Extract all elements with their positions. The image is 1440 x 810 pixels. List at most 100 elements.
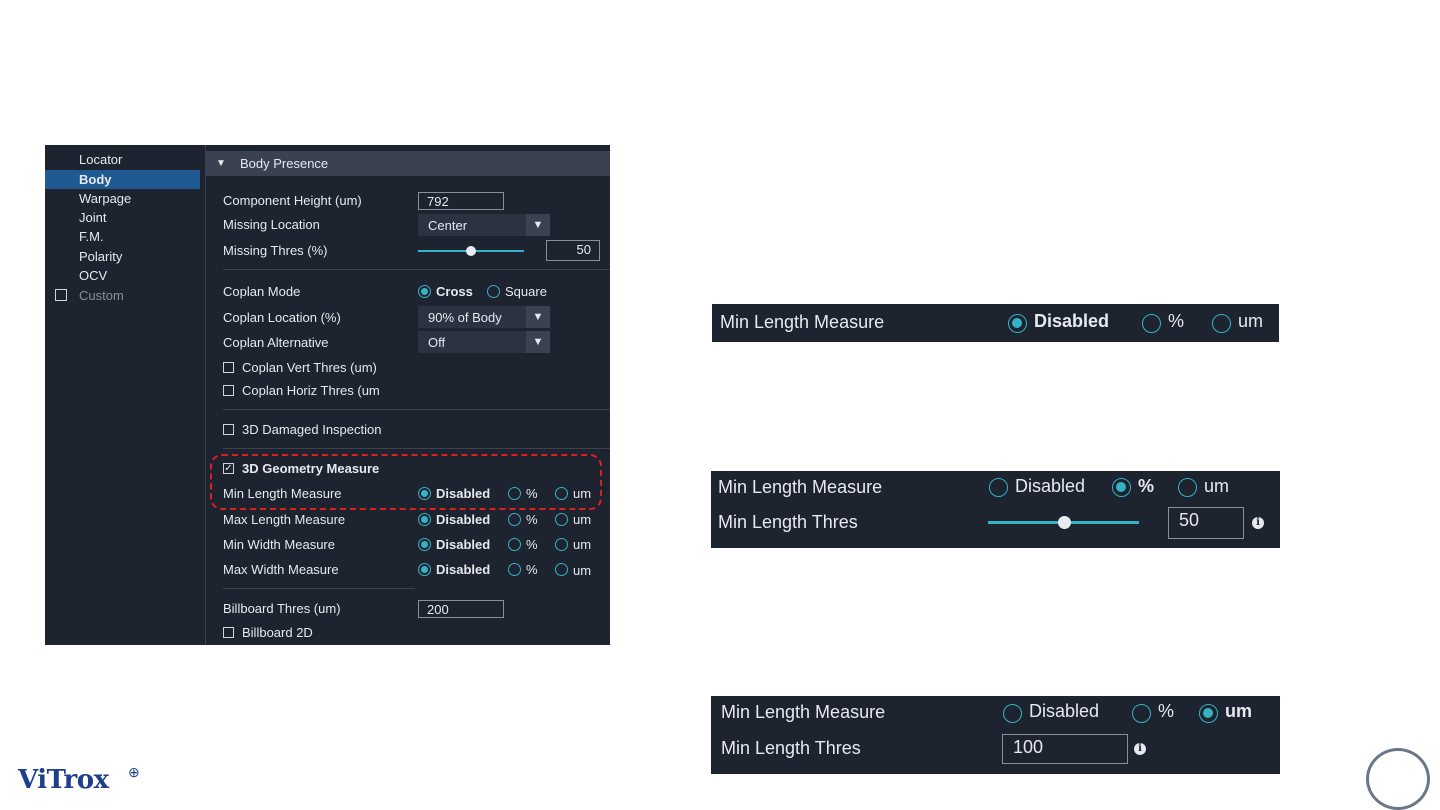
coplan-location-value: 90% of Body bbox=[428, 310, 502, 325]
um-label: um bbox=[1225, 701, 1252, 721]
divider bbox=[223, 588, 415, 589]
content-area: ▼ Body Presence Component Height (um) 79… bbox=[205, 145, 610, 645]
max-length-um-radio[interactable] bbox=[555, 513, 568, 526]
max-width-percent-label: % bbox=[526, 562, 538, 577]
missing-thres-slider-thumb[interactable] bbox=[466, 246, 476, 256]
collapse-icon: ▼ bbox=[216, 158, 226, 169]
section-header-body-presence[interactable]: ▼ Body Presence bbox=[206, 151, 610, 176]
disabled-radio[interactable] bbox=[1008, 314, 1027, 333]
sidebar-item-body[interactable]: Body bbox=[45, 170, 200, 189]
max-length-percent-label: % bbox=[526, 512, 538, 527]
crosshair-icon: ⊕ bbox=[128, 764, 140, 780]
min-width-percent-radio[interactable] bbox=[508, 538, 521, 551]
max-length-label: Max Length Measure bbox=[223, 512, 346, 527]
um-label: um bbox=[1204, 476, 1230, 496]
coplan-mode-label: Coplan Mode bbox=[223, 284, 301, 299]
percent-radio[interactable] bbox=[1112, 478, 1131, 497]
max-length-percent-radio[interactable] bbox=[508, 513, 521, 526]
min-width-percent-label: % bbox=[526, 537, 538, 552]
dropdown-icon[interactable]: ▼ bbox=[526, 306, 550, 328]
sidebar-item-polarity[interactable]: Polarity bbox=[79, 249, 122, 264]
min-width-um-label: um bbox=[573, 537, 592, 552]
coplan-cross-label: Cross bbox=[436, 284, 473, 299]
divider bbox=[223, 269, 610, 270]
divider bbox=[223, 409, 610, 410]
um-radio[interactable] bbox=[1212, 314, 1231, 333]
max-width-um-radio[interactable] bbox=[555, 563, 568, 576]
custom-checkbox[interactable] bbox=[55, 289, 67, 301]
component-height-input[interactable]: 792 bbox=[418, 192, 504, 210]
disabled-radio[interactable] bbox=[989, 478, 1008, 497]
min-length-strip-um: Min Length Measure Disabled % um Min Len… bbox=[711, 696, 1280, 774]
min-length-thres-input[interactable]: 100 bbox=[1002, 734, 1128, 764]
sidebar-item-locator[interactable]: Locator bbox=[79, 152, 122, 167]
coplan-horiz-checkbox[interactable] bbox=[223, 385, 234, 396]
missing-thres-input[interactable]: 50 bbox=[546, 240, 600, 261]
um-radio[interactable] bbox=[1178, 478, 1197, 497]
max-width-disabled-label: Disabled bbox=[436, 562, 491, 577]
percent-radio[interactable] bbox=[1132, 704, 1151, 723]
sidebar-item-ocv[interactable]: OCV bbox=[79, 268, 107, 283]
coplan-vert-checkbox[interactable] bbox=[223, 362, 234, 373]
missing-location-label: Missing Location bbox=[223, 217, 320, 232]
billboard-2d-label: Billboard 2D bbox=[242, 625, 313, 640]
min-width-label: Min Width Measure bbox=[223, 537, 335, 552]
missing-thres-label: Missing Thres (%) bbox=[223, 243, 328, 258]
min-width-disabled-radio[interactable] bbox=[418, 538, 431, 551]
coplan-cross-radio[interactable] bbox=[418, 285, 431, 298]
vitrox-logo: ViTrox bbox=[18, 765, 109, 795]
coplan-square-label: Square bbox=[505, 284, 547, 299]
min-length-label: Min Length Measure bbox=[721, 702, 886, 722]
missing-location-select[interactable]: Center ▼ bbox=[418, 214, 550, 236]
min-length-thres-slider-thumb[interactable] bbox=[1057, 516, 1071, 529]
dropdown-icon[interactable]: ▼ bbox=[526, 214, 550, 236]
coplan-horiz-label: Coplan Horiz Thres (um bbox=[242, 383, 380, 398]
coplan-alternative-label: Coplan Alternative bbox=[223, 335, 329, 350]
missing-location-value: Center bbox=[428, 218, 468, 233]
coplan-square-radio[interactable] bbox=[487, 285, 500, 298]
min-length-label: Min Length Measure bbox=[718, 477, 883, 497]
sidebar-item-warpage[interactable]: Warpage bbox=[79, 191, 131, 206]
min-length-thres-label: Min Length Thres bbox=[718, 512, 858, 532]
max-length-um-label: um bbox=[573, 512, 592, 527]
coplan-vert-label: Coplan Vert Thres (um) bbox=[242, 360, 377, 375]
min-length-thres-input[interactable]: 50 bbox=[1168, 507, 1244, 539]
um-label: um bbox=[1238, 311, 1264, 331]
coplan-location-select[interactable]: 90% of Body ▼ bbox=[418, 306, 550, 328]
min-length-label: Min Length Measure bbox=[720, 312, 885, 332]
max-length-disabled-label: Disabled bbox=[436, 512, 491, 527]
max-width-label: Max Width Measure bbox=[223, 562, 339, 577]
min-length-strip-percent: Min Length Measure Disabled % um Min Len… bbox=[711, 471, 1280, 548]
damaged-inspection-label: 3D Damaged Inspection bbox=[242, 422, 382, 437]
sidebar-item-joint[interactable]: Joint bbox=[79, 210, 106, 225]
highlight-box bbox=[210, 454, 602, 510]
billboard-thres-input[interactable]: 200 bbox=[418, 600, 504, 618]
sidebar: Locator Body Warpage Joint F.M. Polarity… bbox=[45, 145, 200, 645]
sidebar-item-custom[interactable]: Custom bbox=[79, 288, 124, 303]
coplan-alternative-value: Off bbox=[428, 335, 446, 350]
disabled-label: Disabled bbox=[1034, 311, 1110, 331]
um-radio[interactable] bbox=[1199, 704, 1218, 723]
coplan-alternative-select[interactable]: Off ▼ bbox=[418, 331, 550, 353]
billboard-2d-checkbox[interactable] bbox=[223, 627, 234, 638]
percent-radio[interactable] bbox=[1142, 314, 1161, 333]
divider bbox=[223, 448, 610, 449]
min-width-um-radio[interactable] bbox=[555, 538, 568, 551]
disabled-label: Disabled bbox=[1015, 476, 1086, 496]
max-width-disabled-radio[interactable] bbox=[418, 563, 431, 576]
percent-label: % bbox=[1138, 476, 1155, 496]
max-width-um-label: um bbox=[573, 563, 592, 578]
percent-label: % bbox=[1158, 701, 1175, 721]
damaged-inspection-checkbox[interactable] bbox=[223, 424, 234, 435]
coplan-location-label: Coplan Location (%) bbox=[223, 310, 341, 325]
disabled-radio[interactable] bbox=[1003, 704, 1022, 723]
min-length-thres-label: Min Length Thres bbox=[721, 738, 861, 758]
max-width-percent-radio[interactable] bbox=[508, 563, 521, 576]
max-length-disabled-radio[interactable] bbox=[418, 513, 431, 526]
info-icon[interactable]: i bbox=[1252, 517, 1264, 529]
page-number-circle bbox=[1366, 748, 1430, 810]
dropdown-icon[interactable]: ▼ bbox=[526, 331, 550, 353]
min-length-strip-disabled: Min Length Measure Disabled % um bbox=[712, 304, 1279, 342]
info-icon[interactable]: i bbox=[1134, 743, 1146, 755]
sidebar-item-fm[interactable]: F.M. bbox=[79, 229, 104, 244]
